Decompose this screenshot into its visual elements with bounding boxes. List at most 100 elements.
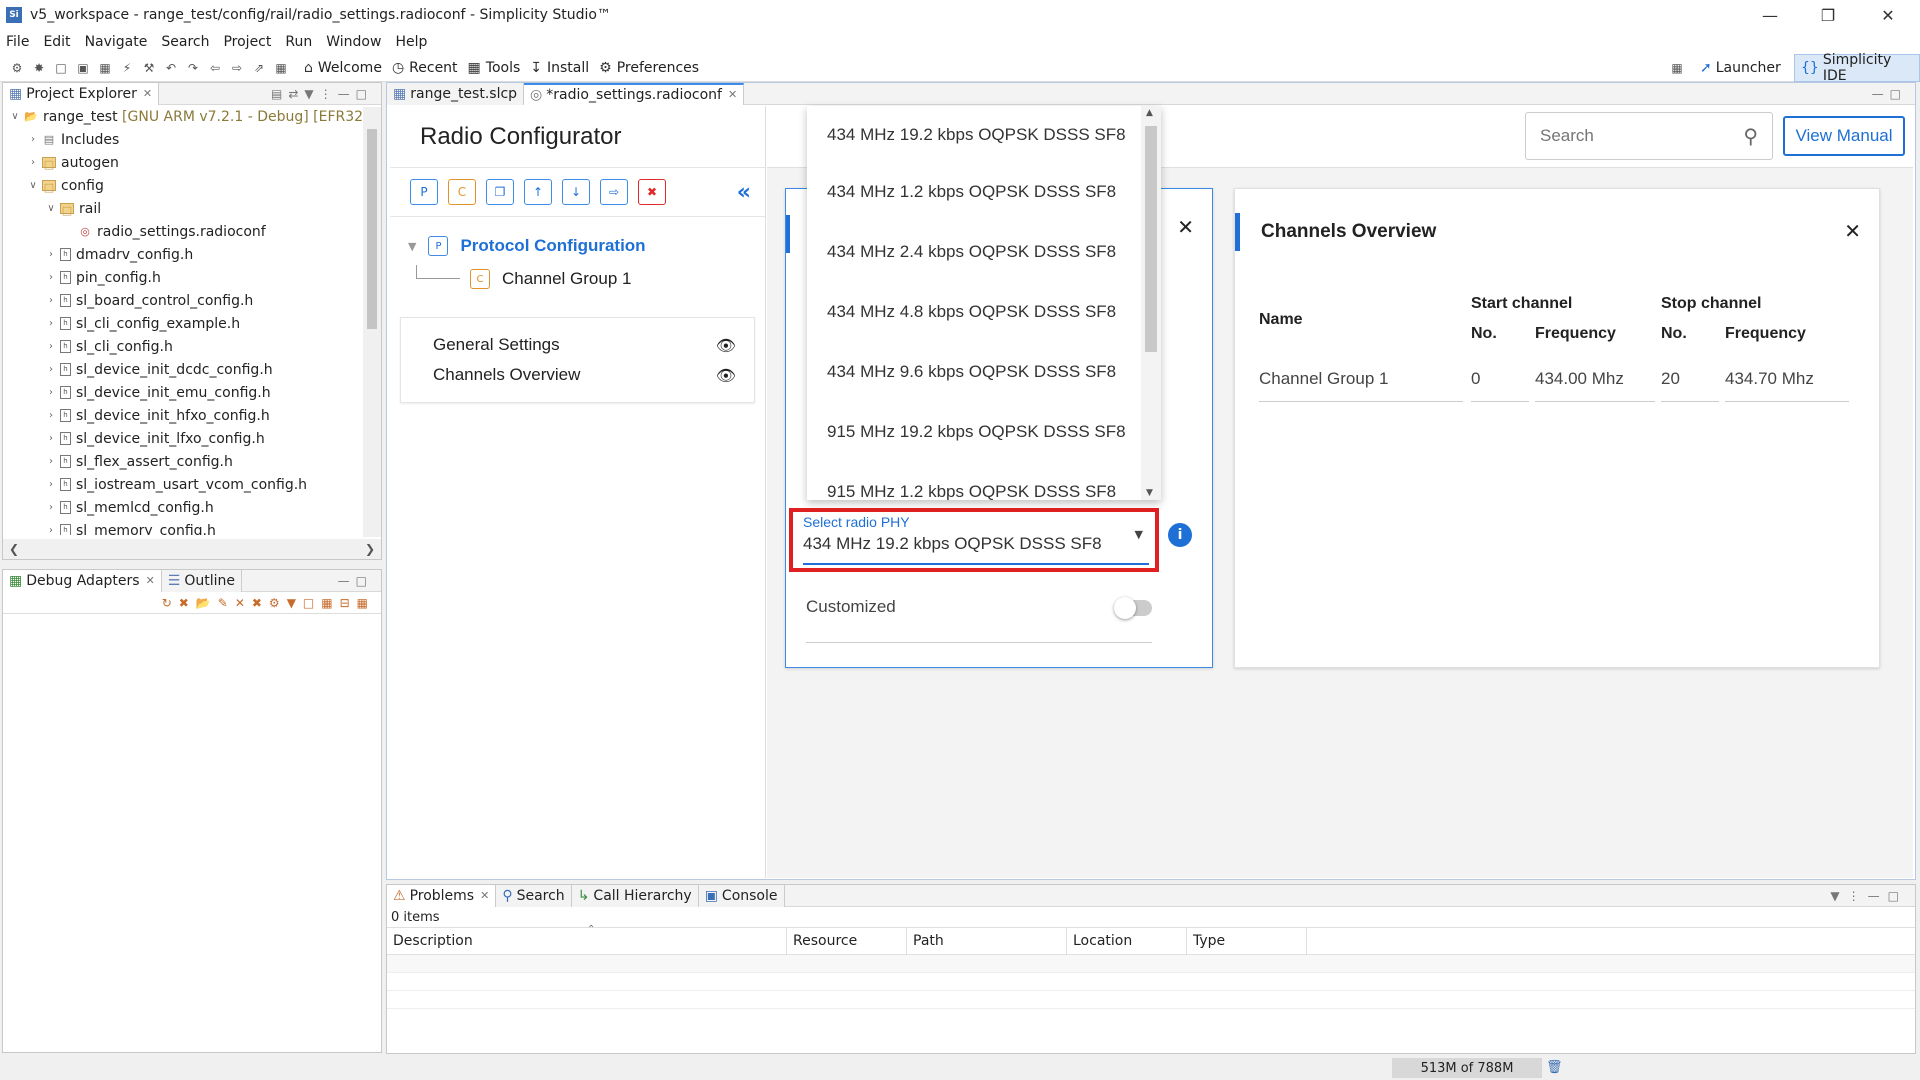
protocol-configuration-node[interactable]: ▼ P Protocol Configuration [390, 231, 765, 261]
close-card-icon[interactable]: ✕ [1844, 219, 1861, 243]
expand-icon[interactable]: › [45, 479, 57, 490]
prev-edit-icon[interactable]: ↶ [162, 59, 180, 77]
phy-option[interactable]: 915 MHz 1.2 kbps OQPSK DSSS SF8 [807, 462, 1161, 500]
flash-icon[interactable]: ⚡ [118, 59, 136, 77]
close-tab-icon[interactable]: ✕ [480, 889, 489, 902]
collapse-sidebar-icon[interactable]: « [737, 180, 751, 205]
expand-icon[interactable]: › [45, 364, 57, 375]
close-tab-icon[interactable]: ✕ [146, 574, 155, 587]
project-explorer-tab[interactable]: ▦ Project Explorer ✕ [3, 82, 160, 105]
col-resource[interactable]: Resource [787, 928, 907, 954]
expand-icon[interactable]: › [45, 502, 57, 513]
tree-item[interactable]: › h dmadrv_config.h [3, 243, 381, 266]
tree-item[interactable]: › h sl_device_init_lfxo_config.h [3, 427, 381, 450]
restore-button[interactable]: ❐ [1800, 0, 1856, 30]
launcher-perspective[interactable]: ➚ Launcher [1700, 54, 1781, 82]
scroll-left-icon[interactable]: ❮ [9, 542, 19, 556]
expand-icon[interactable]: › [45, 318, 57, 329]
tab-call-hierarchy[interactable]: ↳ Call Hierarchy [571, 884, 699, 907]
tree-item[interactable]: › h sl_device_init_hfxo_config.h [3, 404, 381, 427]
col-location[interactable]: Location [1067, 928, 1187, 954]
search-input[interactable] [1540, 126, 1720, 146]
dropdown-arrow-icon[interactable]: ▼ [1135, 528, 1143, 541]
phy-option[interactable]: 434 MHz 9.6 kbps OQPSK DSSS SF8 [807, 342, 1161, 402]
add-protocol-button[interactable]: P [410, 179, 438, 205]
next-edit-icon[interactable]: ↷ [184, 59, 202, 77]
tab-console[interactable]: ▣ Console [698, 884, 785, 907]
view-menu-icons[interactable]: ▤⇄▼⋮—□ [271, 87, 373, 101]
info-icon[interactable]: i [1168, 523, 1192, 547]
save-icon[interactable]: ▣ [74, 59, 92, 77]
garbage-collect-icon[interactable]: 🗑 [1546, 1060, 1563, 1075]
open-external-icon[interactable]: ⇗ [250, 59, 268, 77]
expand-icon[interactable]: ∨ [9, 111, 21, 122]
expand-icon[interactable]: › [27, 157, 39, 168]
view-menu-icons[interactable]: —□ [1872, 87, 1907, 101]
dropdown-scrollbar[interactable]: ▲ ▼ [1141, 106, 1161, 500]
menu-edit[interactable]: Edit [43, 34, 70, 50]
debug-toolbar[interactable]: ↻✖📂✎✕✖⚙▼□▦⊟▦ [3, 592, 381, 614]
grid-icon[interactable]: ▦ [272, 59, 290, 77]
expand-icon[interactable]: › [45, 456, 57, 467]
menu-navigate[interactable]: Navigate [85, 34, 148, 50]
collapse-node-icon[interactable]: ▼ [408, 240, 416, 253]
open-perspective-button[interactable]: ▦ [1668, 54, 1690, 82]
preferences-link[interactable]: ⚙ Preferences [599, 60, 699, 76]
close-card-icon[interactable]: ✕ [1177, 215, 1194, 239]
explorer-scrollbar[interactable] [363, 107, 381, 537]
install-link[interactable]: ↧ Install [530, 60, 589, 76]
tools-icon[interactable]: ⚒ [140, 59, 158, 77]
tree-item[interactable]: › h sl_memlcd_config.h [3, 496, 381, 519]
search-icon[interactable]: ⚲ [1743, 124, 1758, 148]
outline-tab[interactable]: ☰ Outline [161, 569, 242, 592]
new-icon[interactable]: □ [52, 59, 70, 77]
simplicity-ide-perspective[interactable]: {} Simplicity IDE [1794, 52, 1920, 84]
minimize-button[interactable]: — [1742, 0, 1798, 30]
tree-item[interactable]: › h sl_device_init_emu_config.h [3, 381, 381, 404]
expand-icon[interactable]: › [45, 295, 57, 306]
menu-file[interactable]: File [6, 34, 29, 50]
tab-search[interactable]: ⚲ Search [496, 884, 572, 907]
tree-item[interactable]: › h sl_cli_config_example.h [3, 312, 381, 335]
scroll-right-icon[interactable]: ❯ [365, 542, 375, 556]
copy-button[interactable]: ❐ [486, 179, 514, 205]
close-window-button[interactable]: ✕ [1860, 0, 1916, 30]
search-box[interactable]: ⚲ [1525, 112, 1773, 160]
save-all-icon[interactable]: ▦ [96, 59, 114, 77]
view-menu-icons[interactable]: ▼⋮—□ [1830, 889, 1907, 903]
col-path[interactable]: Path [907, 928, 1067, 954]
close-tab-icon[interactable]: ✕ [728, 88, 737, 101]
expand-icon[interactable]: › [45, 272, 57, 283]
phy-option[interactable]: 434 MHz 1.2 kbps OQPSK DSSS SF8 [807, 162, 1161, 222]
toggle-knob[interactable] [1114, 597, 1136, 619]
view-menu-icons[interactable]: —□ [338, 574, 373, 588]
customized-toggle[interactable] [1114, 597, 1152, 619]
tools-link[interactable]: ▦ Tools [468, 60, 521, 76]
tree-item[interactable]: › ▤ Includes [3, 128, 381, 151]
tree-item[interactable]: ∨ □ rail [3, 197, 381, 220]
menu-window[interactable]: Window [326, 34, 381, 50]
tab-radio-settings[interactable]: ◎ *radio_settings.radioconf ✕ [524, 82, 745, 105]
expand-icon[interactable]: › [27, 134, 39, 145]
expand-icon[interactable]: › [45, 387, 57, 398]
tree-item[interactable]: › h sl_board_control_config.h [3, 289, 381, 312]
section-channels-overview[interactable]: Channels Overview 👁 [401, 360, 754, 390]
tree-item[interactable]: › h sl_memory_config.h [3, 519, 381, 535]
export-button[interactable]: ⇨ [600, 179, 628, 205]
tree-item[interactable]: › h sl_flex_assert_config.h [3, 450, 381, 473]
select-radio-phy-field[interactable]: Select radio PHY 434 MHz 19.2 kbps OQPSK… [789, 508, 1159, 572]
col-type[interactable]: Type [1187, 928, 1307, 954]
expand-icon[interactable]: › [45, 525, 57, 535]
tree-root[interactable]: ∨ 📂 range_test [GNU ARM v7.2.1 - Debug] [… [3, 105, 381, 128]
eye-icon[interactable]: 👁 [716, 366, 736, 385]
scroll-thumb[interactable] [367, 129, 377, 329]
move-up-button[interactable]: ↑ [524, 179, 552, 205]
tree-item[interactable]: › □ autogen [3, 151, 381, 174]
scroll-up-icon[interactable]: ▲ [1146, 108, 1153, 118]
tree-item[interactable]: ∨ □ config [3, 174, 381, 197]
explorer-hscroll[interactable]: ❮ ❯ [3, 539, 381, 559]
forward-icon[interactable]: ⇨ [228, 59, 246, 77]
expand-icon[interactable]: › [45, 433, 57, 444]
move-down-button[interactable]: ↓ [562, 179, 590, 205]
tree-item[interactable]: ◎ radio_settings.radioconf [3, 220, 381, 243]
